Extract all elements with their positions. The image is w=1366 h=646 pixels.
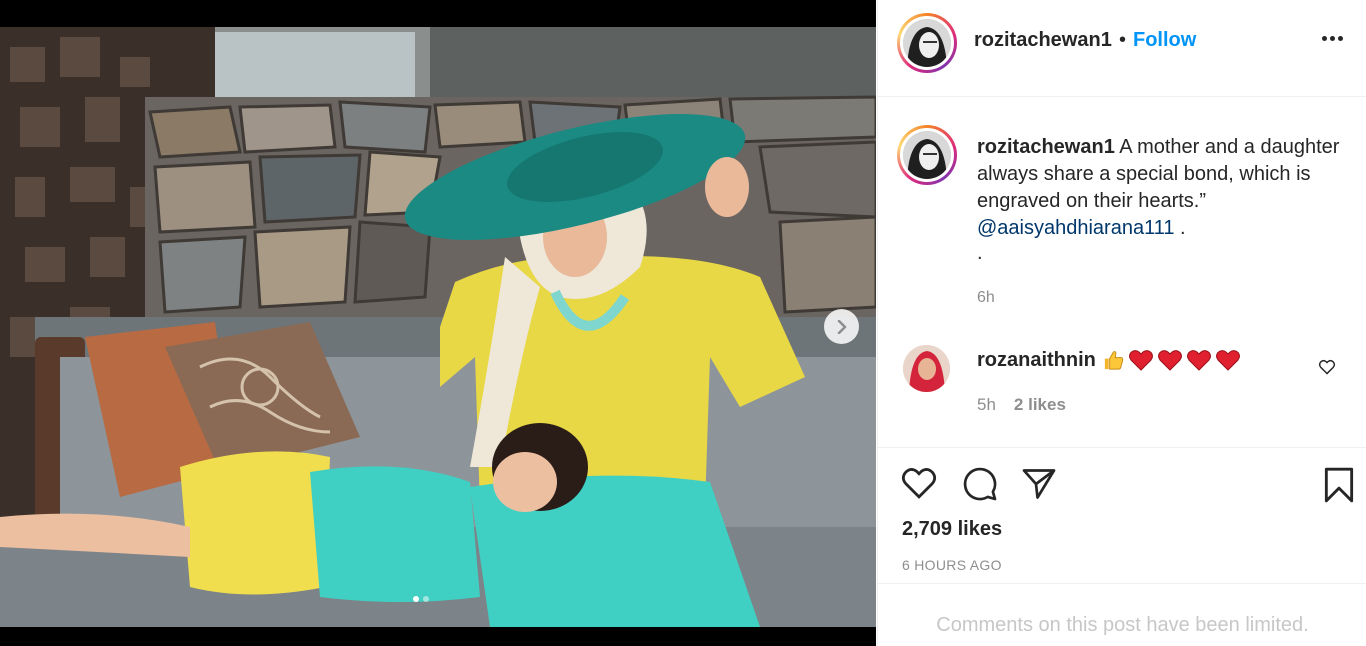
- avatar-photo: [903, 345, 950, 392]
- post-media: [0, 0, 876, 646]
- chevron-right-icon: [837, 319, 846, 334]
- caption-mention-link[interactable]: @aaisyahdhiarana111: [977, 217, 1174, 239]
- save-button[interactable]: [1322, 466, 1356, 509]
- heart-icon: [901, 468, 937, 499]
- like-button[interactable]: [900, 466, 938, 505]
- commenter-username[interactable]: rozanaithnin: [977, 349, 1096, 372]
- post-side-panel: rozitachewan1 • Follow rozitachewan1 A m…: [877, 0, 1366, 646]
- heart-outline-icon: [1318, 359, 1336, 375]
- author-avatar[interactable]: [897, 13, 957, 73]
- thumbs-up-emoji-icon: [1104, 351, 1124, 370]
- comment-like-button[interactable]: [1318, 359, 1336, 380]
- caption-timestamp[interactable]: 6h: [977, 289, 995, 307]
- post-likes-count[interactable]: 2,709 likes: [902, 518, 1002, 541]
- post-actions: 2,709 likes 6 HOURS AGO: [878, 447, 1366, 584]
- comment-button[interactable]: [961, 466, 999, 507]
- post-photo[interactable]: [0, 27, 876, 627]
- author-username[interactable]: rozitachewan1: [974, 29, 1112, 52]
- caption-mention-suffix: .: [1174, 217, 1186, 239]
- post-header: rozitachewan1 • Follow: [878, 0, 1366, 97]
- comment-timestamp[interactable]: 5h: [977, 395, 996, 415]
- share-button[interactable]: [1020, 466, 1058, 507]
- comment-bubble-icon: [963, 467, 997, 501]
- comment-meta: 5h 2 likes: [977, 395, 1066, 415]
- post-timestamp[interactable]: 6 HOURS AGO: [902, 557, 1002, 573]
- caption-dot: .: [977, 242, 983, 264]
- caption-author-avatar[interactable]: [897, 125, 957, 185]
- next-slide-button[interactable]: [824, 309, 859, 344]
- header-separator: •: [1119, 29, 1127, 51]
- post-photo-illustration: [0, 27, 876, 627]
- comments-limited-notice: Comments on this post have been limited.: [936, 614, 1309, 636]
- comment-likes[interactable]: 2 likes: [1014, 395, 1066, 415]
- bookmark-icon: [1324, 467, 1354, 503]
- red-heart-emoji-icon: [1216, 350, 1240, 371]
- carousel-dot-active: [413, 596, 419, 602]
- red-heart-emoji-icon: [1187, 350, 1211, 371]
- send-paper-plane-icon: [1022, 469, 1056, 499]
- red-heart-emoji-icon: [1129, 350, 1153, 371]
- avatar-photo: [903, 19, 951, 67]
- caption-text: rozitachewan1 A mother and a daughter al…: [977, 134, 1347, 242]
- red-heart-emoji-icon: [1158, 350, 1182, 371]
- avatar-photo: [903, 131, 951, 179]
- caption-username[interactable]: rozitachewan1: [977, 136, 1115, 158]
- more-options-icon[interactable]: [1322, 36, 1343, 41]
- follow-button[interactable]: Follow: [1133, 29, 1196, 52]
- carousel-dot: [423, 596, 429, 602]
- carousel-indicator: [413, 596, 429, 602]
- commenter-avatar[interactable]: [903, 345, 950, 392]
- comment-emojis: [1102, 349, 1241, 372]
